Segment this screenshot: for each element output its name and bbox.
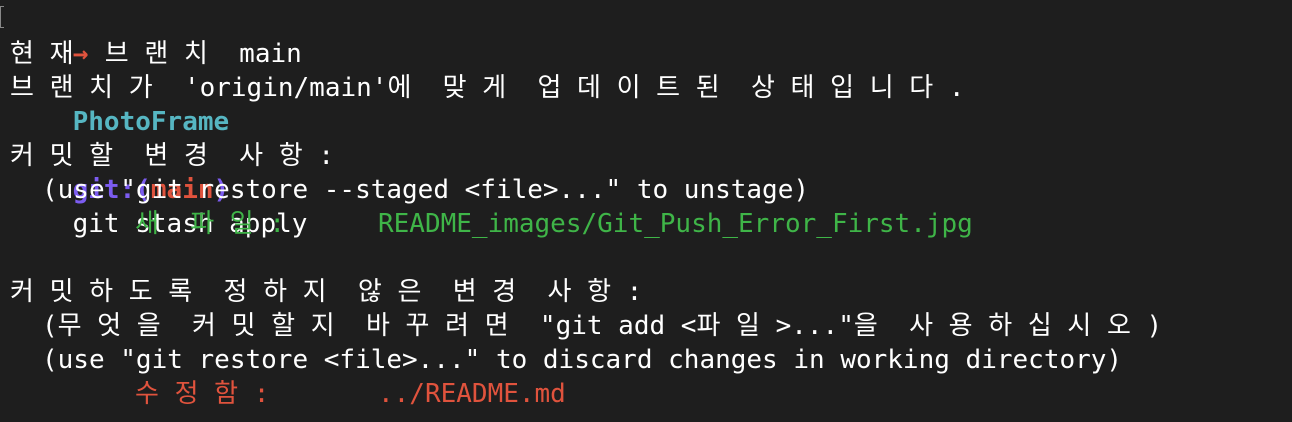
unstaged-header: 커 밋 하 도 록 정 하 지 않 은 변 경 사 항 : [10, 277, 643, 307]
prompt-directory: PhotoFrame [72, 107, 230, 137]
prompt-line: → PhotoFrame git:(main) git stash apply [10, 3, 1285, 239]
staged-file-kind: 새 파 일 : [135, 209, 286, 239]
unstaged-hint-restore: (use "git restore <file>..." to discard … [42, 345, 1123, 375]
staged-file-entry: 새 파 일 : README_images/Git_Push_Error_Firs… [10, 207, 1285, 241]
status-current-branch: 현 재 브 랜 치 main [10, 39, 302, 69]
staged-file-path: README_images/Git_Push_Error_First.jpg [378, 209, 973, 239]
staged-header: 커 밋 할 변 경 사 항 : [10, 141, 334, 171]
terminal-output[interactable]: → PhotoFrame git:(main) git stash apply … [10, 3, 1285, 411]
unstaged-hint-add: (무 엇 을 커 밋 할 지 바 꾸 려 면 "git add <파 일 >..… [42, 311, 1163, 341]
unstaged-file-path: ../README.md [378, 379, 566, 409]
unstaged-file-entry: 수 정 함 : ../README.md [10, 377, 1285, 411]
unstaged-file-kind: 수 정 함 : [135, 379, 270, 409]
terminal-line-marker [0, 6, 4, 28]
staged-hint: (use "git restore --staged <file>..." to… [42, 175, 810, 205]
status-up-to-date: 브 랜 치 가 'origin/main'에 맞 게 업 데 이 트 된 상 태… [10, 73, 965, 103]
